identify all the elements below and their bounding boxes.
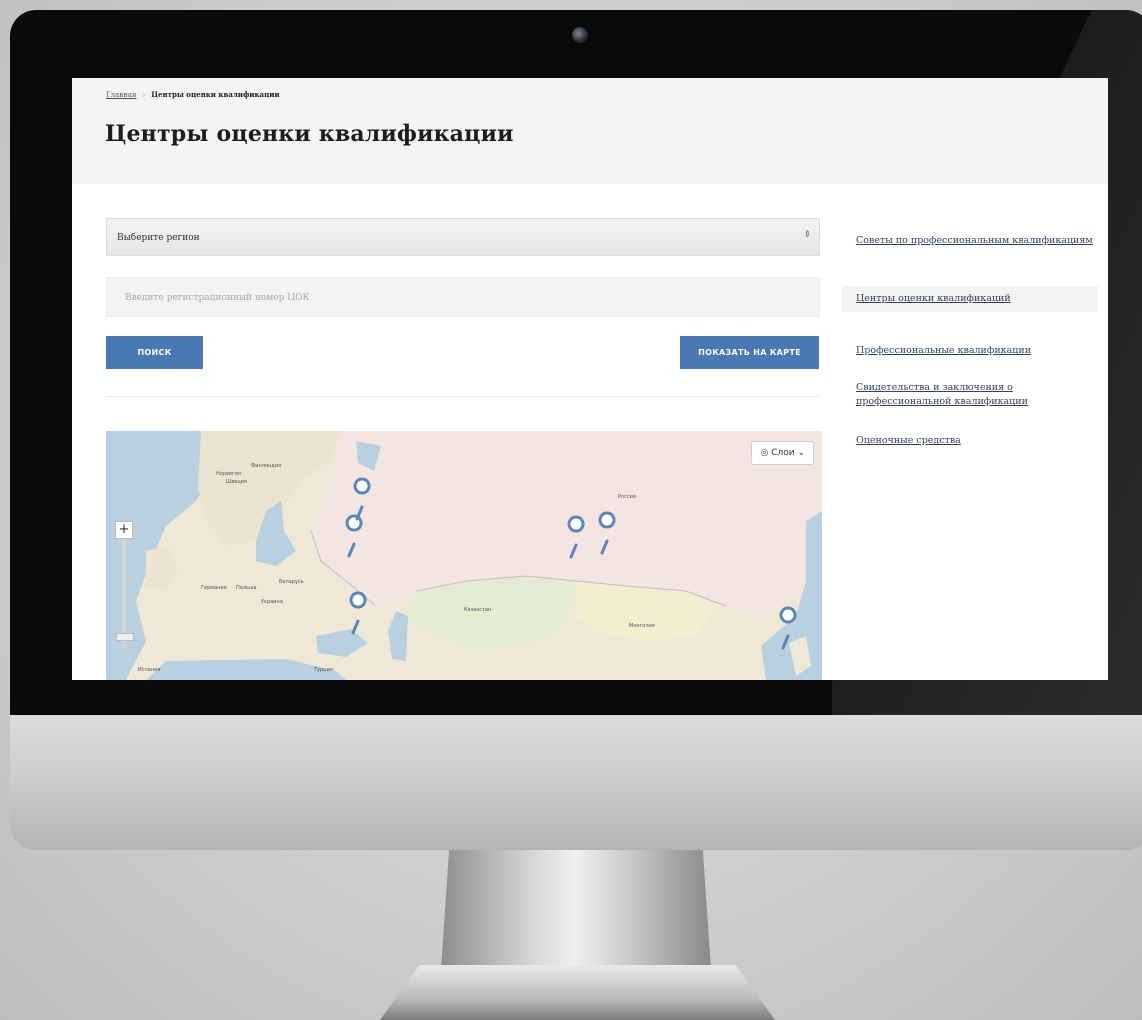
map-zoom-control: + xyxy=(115,521,134,649)
map-marker[interactable] xyxy=(598,511,616,529)
map-label-spain: Испания xyxy=(138,667,161,673)
map-layers-button[interactable]: ◎ Слои ⌄ xyxy=(751,441,814,465)
camera-icon xyxy=(572,27,588,43)
map-label-sweden: Швеция xyxy=(226,479,248,485)
sidebar-item-label: Оценочные средства xyxy=(856,435,961,446)
sidebar-item-certificates[interactable]: Свидетельства и заключения о профессиона… xyxy=(842,375,1098,415)
breadcrumb-separator: › xyxy=(142,91,146,99)
map-tiles xyxy=(106,431,822,680)
breadcrumb: Главная › Центры оценки квалификации xyxy=(106,90,280,99)
layers-icon: ◎ xyxy=(760,448,769,458)
sidebar-item-councils[interactable]: Советы по профессиональным квалификациям xyxy=(842,228,1098,254)
map-marker[interactable] xyxy=(353,477,371,495)
sidebar-item-label: Профессиональные квалификации xyxy=(856,345,1032,356)
chevron-down-icon: ⌄ xyxy=(797,448,805,458)
show-on-map-button[interactable]: ПОКАЗАТЬ НА КАРТЕ xyxy=(680,336,819,369)
map-label-belarus: Беларусь xyxy=(279,579,304,585)
divider xyxy=(106,396,820,397)
region-select[interactable]: Выберите регион ⇕ xyxy=(106,218,820,256)
map-label-norway: Норвегия xyxy=(216,471,241,477)
map-label-turkey: Турция xyxy=(314,667,333,673)
sidebar-item-label: Советы по профессиональным квалификациям xyxy=(856,235,1093,246)
registration-number-input[interactable]: Введите регистрационный номер ЦОК xyxy=(106,277,820,317)
map[interactable]: Финляндия Швеция Норвегия Россия Беларус… xyxy=(106,431,822,680)
map-label-poland: Польша xyxy=(236,585,257,591)
sidebar-item-qualifications[interactable]: Профессиональные квалификации xyxy=(842,338,1098,364)
registration-number-placeholder: Введите регистрационный номер ЦОК xyxy=(125,293,310,303)
map-label-finland: Финляндия xyxy=(251,463,282,469)
screen: Главная › Центры оценки квалификации Центр… xyxy=(72,78,1108,680)
search-button[interactable]: ПОИСК xyxy=(106,336,203,369)
zoom-slider-thumb[interactable] xyxy=(116,633,134,641)
sidebar-item-assessment-tools[interactable]: Оценочные средства xyxy=(842,428,1098,454)
select-arrows-icon: ⇕ xyxy=(803,230,811,240)
sidebar-item-label: Центры оценки квалификаций xyxy=(856,293,1011,304)
monitor: Главная › Центры оценки квалификации Центр… xyxy=(10,10,1142,850)
map-label-ukraine: Украина xyxy=(261,599,283,605)
sidebar-item-centers[interactable]: Центры оценки квалификаций xyxy=(842,286,1098,312)
map-marker[interactable] xyxy=(349,591,367,609)
breadcrumb-current: Центры оценки квалификации xyxy=(151,90,280,99)
page-header: Главная › Центры оценки квалификации Центр… xyxy=(72,78,1108,184)
map-marker[interactable] xyxy=(567,515,585,533)
region-select-value: Выберите регион xyxy=(117,233,200,243)
breadcrumb-home-link[interactable]: Главная xyxy=(106,91,136,99)
zoom-in-button[interactable]: + xyxy=(115,521,133,539)
page-title: Центры оценки квалификации xyxy=(105,121,514,147)
monitor-stand-base xyxy=(380,965,775,1020)
map-label-kazakhstan: Казахстан xyxy=(464,607,492,613)
monitor-stand xyxy=(441,850,711,970)
map-label-russia: Россия xyxy=(618,494,636,500)
monitor-chin xyxy=(10,715,1142,850)
map-layers-label: Слои xyxy=(771,448,795,458)
map-label-germany: Германия xyxy=(201,585,227,591)
sidebar-item-label: Свидетельства и заключения о профессиона… xyxy=(856,382,1028,407)
map-label-mongolia: Монголия xyxy=(629,623,655,629)
map-marker[interactable] xyxy=(779,606,797,624)
